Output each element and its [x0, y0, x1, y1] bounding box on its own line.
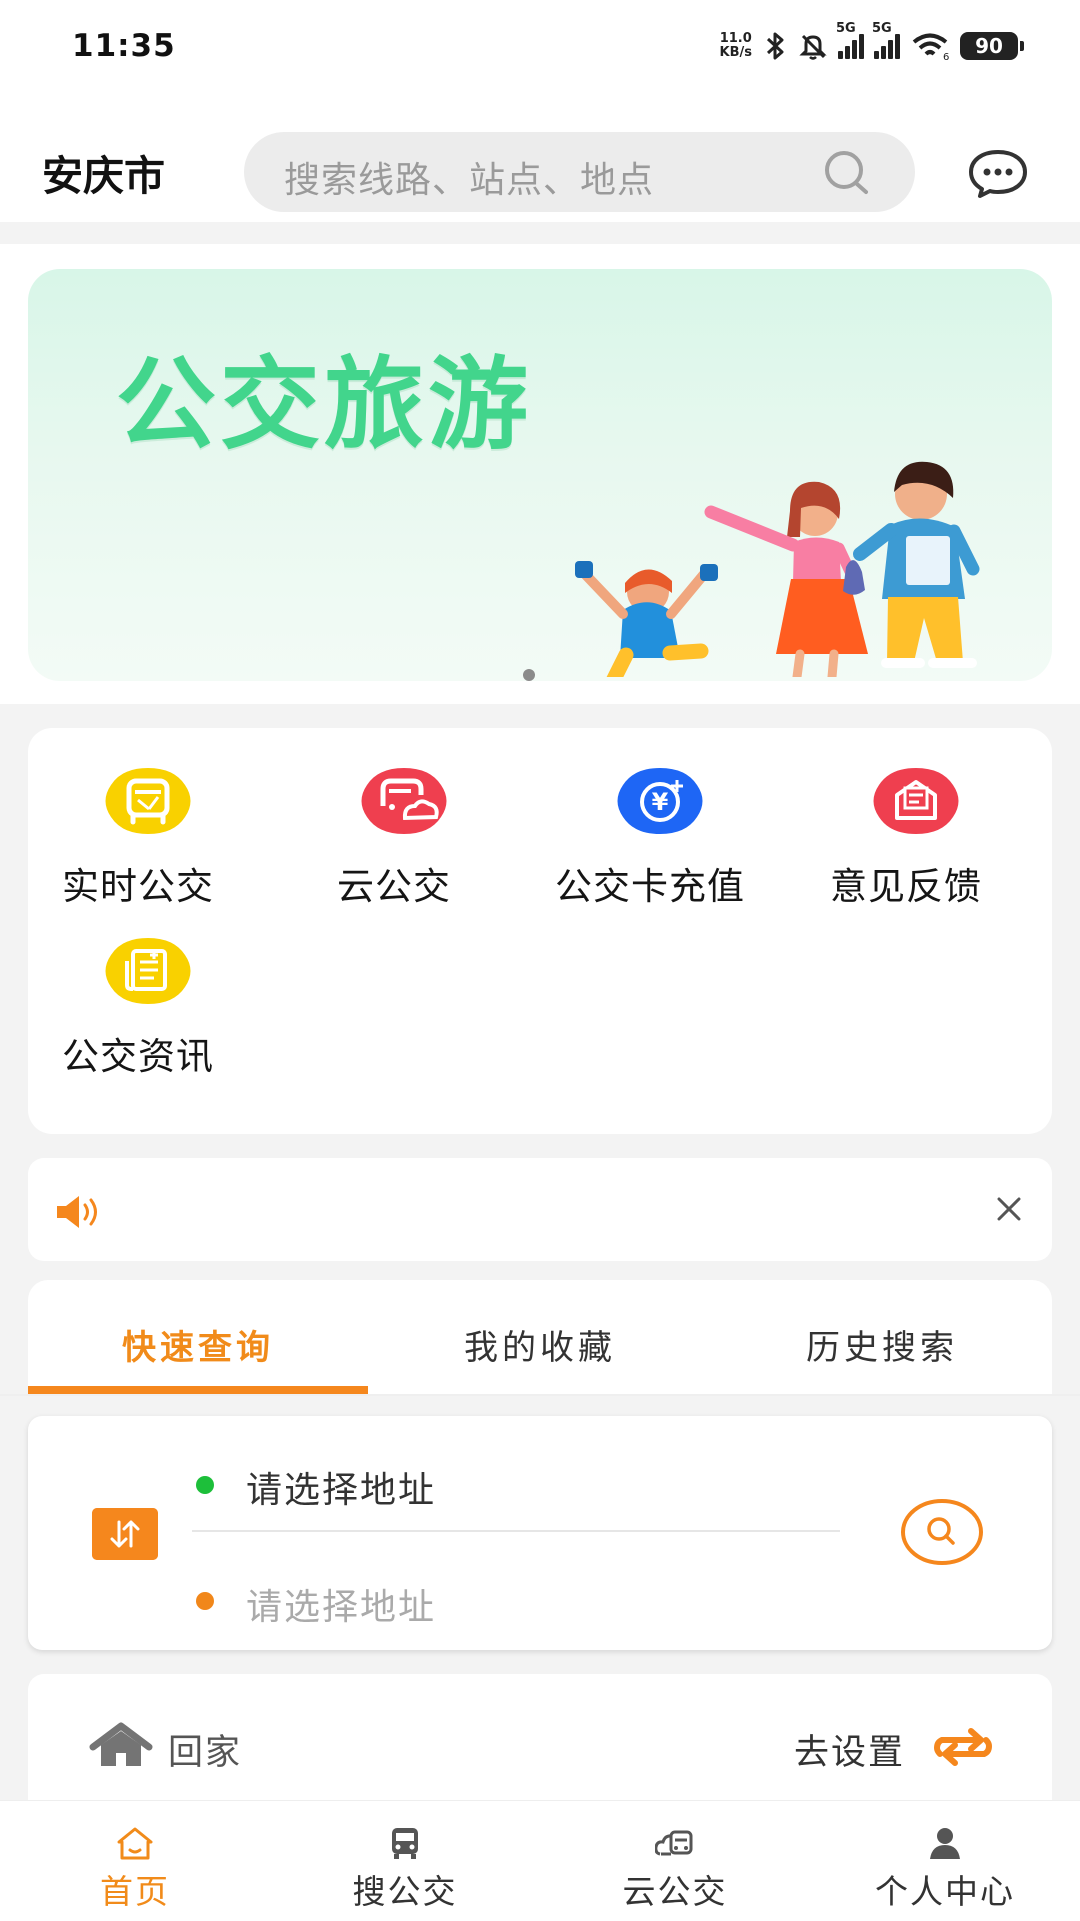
- route-query-card: 请选择地址 请选择地址: [28, 1416, 1052, 1650]
- active-tab-indicator: [28, 1386, 368, 1394]
- wifi-icon: 6: [912, 33, 949, 61]
- function-feedback[interactable]: 意见反馈: [796, 728, 1016, 908]
- nav-label: 云公交: [622, 1872, 728, 1911]
- route-search-button[interactable]: [900, 1498, 984, 1566]
- swap-arrows-icon[interactable]: [934, 1726, 992, 1768]
- tab-quick-query[interactable]: 快速查询: [28, 1320, 368, 1369]
- nav-search-bus[interactable]: 搜公交: [270, 1801, 540, 1921]
- close-icon[interactable]: [994, 1194, 1024, 1224]
- signal-1-label: 5G: [836, 21, 856, 36]
- search-icon: [825, 151, 868, 194]
- person-icon: [930, 1828, 960, 1859]
- nav-label: 个人中心: [875, 1872, 1015, 1911]
- nav-home[interactable]: 首页: [0, 1801, 270, 1921]
- home-icon: [117, 1827, 153, 1860]
- function-cloud-bus[interactable]: 云公交: [284, 728, 504, 908]
- network-speed-value: 11.0: [719, 31, 752, 46]
- nav-cloud-bus[interactable]: 云公交: [540, 1801, 810, 1921]
- promo-banner[interactable]: 公交旅游: [28, 269, 1052, 681]
- function-card-recharge[interactable]: ¥ 公交卡充值: [540, 728, 760, 908]
- function-label: 公交卡充值: [555, 865, 745, 908]
- status-icons: 11.0 KB/s 5G 5G 6 90: [720, 21, 1024, 67]
- svg-text:6: 6: [943, 52, 949, 61]
- realtime-bus-icon: [105, 768, 191, 834]
- end-address-field[interactable]: 请选择地址: [246, 1578, 436, 1630]
- message-icon[interactable]: [966, 148, 1030, 198]
- network-speed-unit: KB/s: [719, 45, 752, 60]
- query-tabs: 快速查询 我的收藏 历史搜索: [28, 1280, 1052, 1394]
- swap-direction-button[interactable]: [92, 1508, 158, 1560]
- battery-icon: 90: [960, 32, 1024, 60]
- city-selector[interactable]: 安庆市: [42, 142, 165, 202]
- function-bus-news[interactable]: 公交资讯: [28, 898, 248, 1078]
- function-grid: 实时公交 云公交 ¥ 公交卡充值 意见反馈 公交资讯: [28, 728, 1052, 1134]
- function-label: 公交资讯: [62, 1035, 214, 1078]
- tab-history[interactable]: 历史搜索: [712, 1320, 1052, 1369]
- function-realtime-bus[interactable]: 实时公交: [28, 728, 248, 908]
- banner-title: 公交旅游: [116, 346, 532, 463]
- status-time: 11:35: [72, 28, 176, 64]
- house-icon: [89, 1722, 153, 1766]
- cloud-bus-icon: [655, 1830, 693, 1856]
- cloud-bus-icon: [361, 768, 447, 834]
- bus-icon: [392, 1828, 418, 1859]
- search-placeholder: 搜索线路、站点、地点: [284, 160, 655, 201]
- field-divider: [192, 1530, 840, 1532]
- battery-level: 90: [975, 34, 1003, 58]
- header-divider: [0, 222, 1080, 244]
- go-setup-link[interactable]: 去设置: [794, 1724, 905, 1775]
- signal-2-label: 5G: [872, 21, 892, 36]
- home-label: 回家: [168, 1733, 243, 1773]
- tab-favorites[interactable]: 我的收藏: [370, 1320, 710, 1369]
- banner-section: 公交旅游: [0, 244, 1080, 704]
- speaker-icon: [57, 1196, 97, 1228]
- start-address-field[interactable]: 请选择地址: [246, 1461, 436, 1513]
- network-speed: 11.0 KB/s: [720, 32, 752, 60]
- start-point-dot: [196, 1476, 214, 1494]
- family-illustration: [575, 461, 980, 677]
- card-recharge-icon: ¥: [617, 768, 703, 834]
- bottom-navigation: 首页 搜公交 云公交 个人中心: [0, 1800, 1080, 1921]
- carousel-indicator: [523, 669, 535, 681]
- tabs-divider: [0, 1394, 1080, 1396]
- app-header: 安庆市 搜索线路、站点、地点: [0, 96, 1080, 222]
- function-label: 云公交: [337, 865, 451, 908]
- function-label: 意见反馈: [830, 865, 982, 908]
- end-point-dot: [196, 1592, 214, 1610]
- bluetooth-icon: [766, 32, 784, 60]
- home-shortcut-card: 回家 去设置: [28, 1674, 1052, 1814]
- announcement-bar: [28, 1158, 1052, 1261]
- nav-label: 首页: [100, 1872, 170, 1911]
- feedback-icon: [873, 768, 959, 834]
- nav-label: 搜公交: [352, 1872, 458, 1911]
- nav-profile[interactable]: 个人中心: [810, 1801, 1080, 1921]
- signal-icon: 5G: [836, 21, 864, 59]
- bus-news-icon: [105, 938, 191, 1004]
- svg-text:¥: ¥: [652, 788, 669, 816]
- status-bar: 11:35 11.0 KB/s 5G 5G 6 90: [0, 0, 1080, 96]
- search-bar[interactable]: 搜索线路、站点、地点: [244, 132, 915, 212]
- mute-icon: [799, 34, 827, 60]
- signal-icon: 5G: [872, 21, 900, 59]
